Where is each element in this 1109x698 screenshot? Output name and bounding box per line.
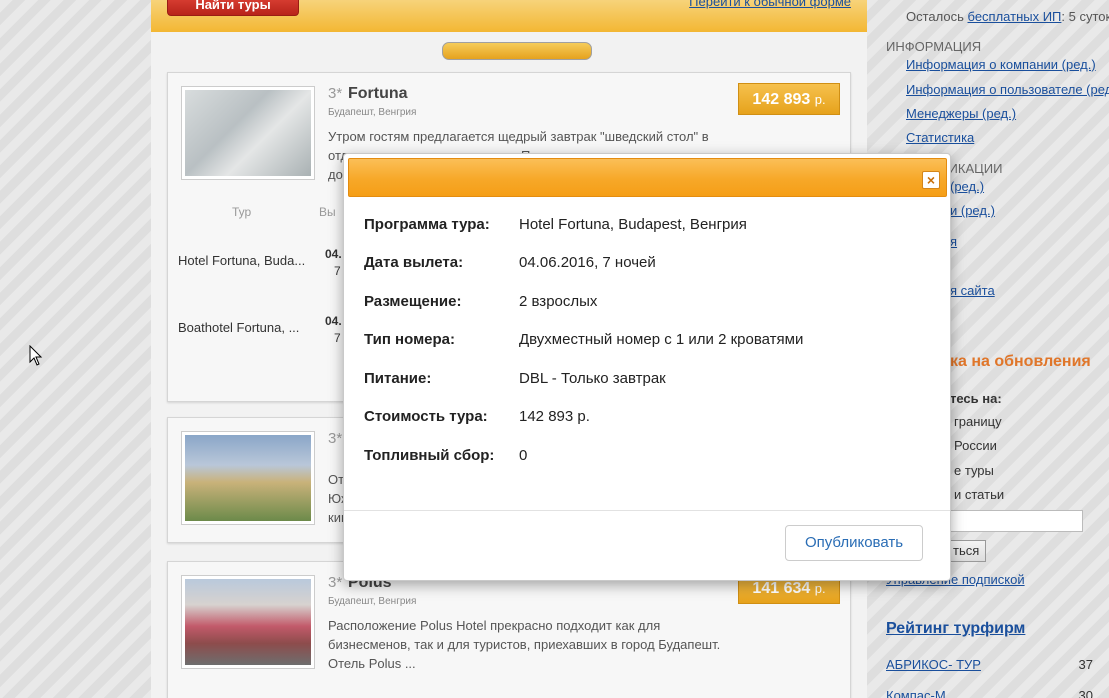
dialog-header: × — [348, 158, 947, 197]
mouse-cursor-icon — [29, 345, 43, 366]
detail-value: Hotel Fortuna, Budapest, Венгрия — [519, 216, 747, 233]
hotel-card: 3* Polus Будапешт, Венгрия Расположение … — [167, 561, 851, 698]
detail-label: Размещение: — [364, 293, 462, 310]
company-info-link[interactable]: Информация о компании (ред.) — [906, 57, 1096, 72]
price-value: 142 893 — [752, 91, 811, 108]
user-info-link[interactable]: Информация о пользователе (ред.) — [906, 82, 1109, 97]
subscribe-button[interactable]: ться — [950, 540, 986, 562]
detail-value: 0 — [519, 447, 528, 464]
detail-value: DBL - Только завтрак — [519, 370, 666, 387]
hotel-location: Будапешт, Венгрия — [328, 107, 417, 118]
price-currency: р. — [814, 581, 826, 596]
detail-row-date: Дата вылета: 04.06.2016, 7 ночей — [364, 254, 934, 278]
results-pager[interactable] — [442, 42, 592, 60]
hotel-photo[interactable] — [181, 575, 315, 669]
tour-row-nights: 7 — [334, 264, 341, 278]
rating-item-name[interactable]: АБРИКОС- ТУР — [886, 657, 981, 672]
hotel-photo[interactable] — [181, 86, 315, 180]
info-header: ИНФОРМАЦИЯ — [886, 39, 982, 54]
publication-link[interactable]: и (ред.) — [950, 203, 995, 218]
hotel-stars: 3* — [328, 85, 343, 102]
hotel-photo[interactable] — [181, 431, 315, 525]
hotel-name[interactable]: Fortuna — [348, 85, 408, 103]
tour-row-date: 04. — [325, 314, 342, 328]
hotel-location: Будапешт, Венгрия — [328, 596, 417, 607]
close-icon[interactable]: × — [922, 171, 940, 189]
subscribe-subtitle: тесь на: — [950, 391, 1002, 406]
subscribe-option[interactable]: и статьи — [954, 487, 1004, 502]
managers-link[interactable]: Менеджеры (ред.) — [906, 106, 1016, 121]
subscribe-option[interactable]: России — [954, 438, 997, 453]
rating-item-count: 30 — [1078, 688, 1093, 698]
detail-value: 142 893 р. — [519, 408, 590, 425]
rating-item-count: 37 — [1078, 657, 1093, 672]
subscribe-header: ка на обновления — [950, 353, 1091, 370]
statistics-link[interactable]: Статистика — [906, 130, 974, 145]
find-tours-button[interactable]: Найти туры — [167, 0, 299, 16]
price-value: 141 634 — [752, 580, 811, 597]
hotel-price-button[interactable]: 142 893 р. — [738, 83, 840, 115]
remaining-ip: Осталось бесплатных ИП: 5 суток — [906, 9, 1109, 24]
detail-value: 2 взрослых — [519, 293, 598, 310]
publication-link[interactable]: я сайта — [950, 283, 995, 298]
detail-label: Стоимость тура: — [364, 408, 488, 425]
search-panel: Найти туры Перейти к обычной форме — [151, 0, 867, 32]
detail-label: Топливный сбор: — [364, 447, 495, 464]
detail-row-price: Стоимость тура: 142 893 р. — [364, 408, 934, 432]
dialog-divider — [344, 510, 950, 511]
publish-button[interactable]: Опубликовать — [785, 525, 923, 561]
tour-row-date: 04. — [325, 247, 342, 261]
subscribe-option[interactable]: границу — [954, 414, 1002, 429]
subscribe-option[interactable]: е туры — [954, 463, 994, 478]
page: Найти туры Перейти к обычной форме 3* Fo… — [0, 0, 1109, 698]
publication-link[interactable]: (ред.) — [950, 179, 984, 194]
remaining-suffix: : 5 суток — [1061, 9, 1109, 24]
publication-link[interactable]: я — [950, 234, 957, 249]
tour-row-name[interactable]: Hotel Fortuna, Buda... — [178, 253, 305, 268]
tour-details-dialog: × Программа тура: Hotel Fortuna, Budapes… — [343, 153, 951, 581]
subscribe-email-input[interactable] — [950, 510, 1083, 532]
remaining-label: Осталось — [906, 9, 964, 24]
tour-column-header: Тур — [232, 205, 252, 219]
detail-row-fuel-charge: Топливный сбор: 0 — [364, 447, 934, 471]
rating-header[interactable]: Рейтинг турфирм — [886, 620, 1025, 638]
hotel-stars: 3* — [328, 430, 343, 447]
detail-label: Дата вылета: — [364, 254, 464, 271]
hotel-description: Расположение Polus Hotel прекрасно подхо… — [328, 618, 721, 671]
tour-row-name[interactable]: Boathotel Fortuna, ... — [178, 320, 299, 335]
detail-row-program: Программа тура: Hotel Fortuna, Budapest,… — [364, 216, 934, 240]
rating-item-name[interactable]: Компас-М — [886, 688, 946, 698]
detail-value: 04.06.2016, 7 ночей — [519, 254, 656, 271]
detail-row-accommodation: Размещение: 2 взрослых — [364, 293, 934, 317]
hotel-stars: 3* — [328, 574, 343, 591]
detail-label: Тип номера: — [364, 331, 456, 348]
detail-label: Программа тура: — [364, 216, 490, 233]
departure-column-header: Вы — [319, 205, 336, 219]
tour-row-nights: 7 — [334, 331, 341, 345]
detail-row-room-type: Тип номера: Двухместный номер с 1 или 2 … — [364, 331, 934, 355]
simple-form-link[interactable]: Перейти к обычной форме — [689, 0, 851, 9]
detail-row-meals: Питание: DBL - Только завтрак — [364, 370, 934, 394]
detail-value: Двухместный номер с 1 или 2 кроватями — [519, 331, 804, 348]
detail-label: Питание: — [364, 370, 432, 387]
price-currency: р. — [814, 92, 826, 107]
free-ip-link[interactable]: бесплатных ИП — [968, 9, 1062, 24]
